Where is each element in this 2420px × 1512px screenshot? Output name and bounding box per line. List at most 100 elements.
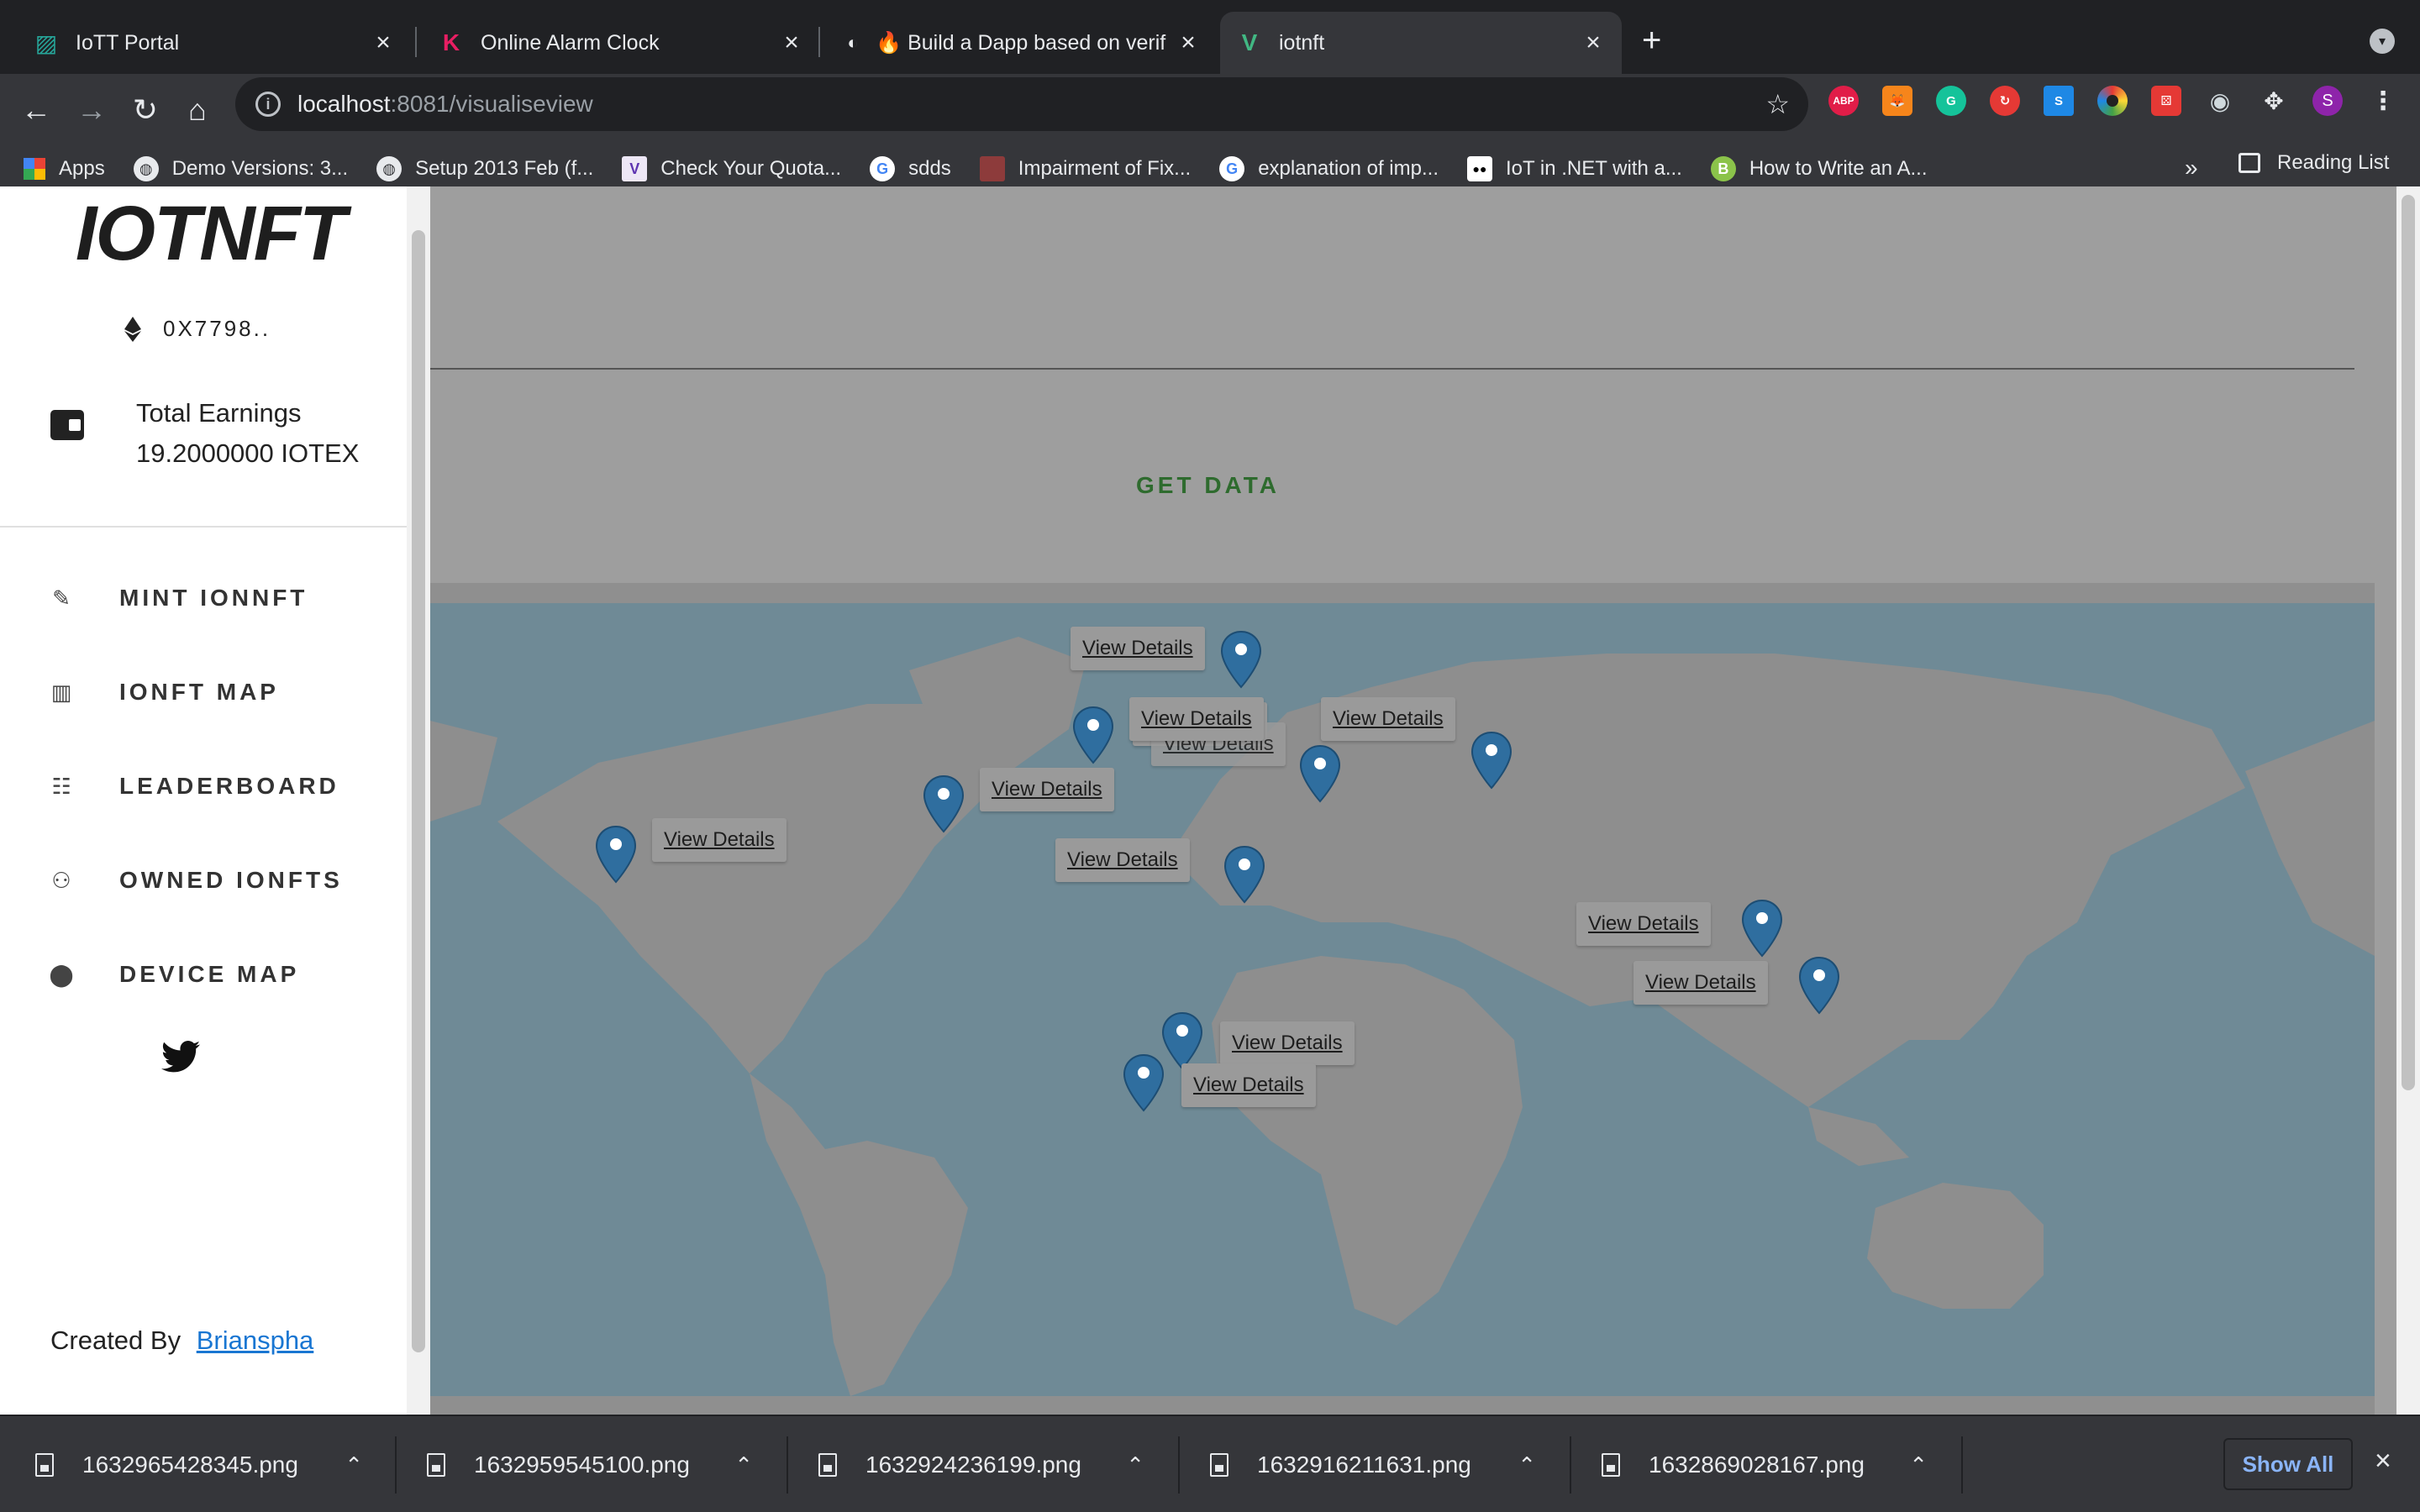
close-icon[interactable]: × bbox=[775, 29, 808, 57]
view-details-link[interactable]: View Details bbox=[1576, 902, 1711, 946]
scrollbar-thumb[interactable] bbox=[412, 230, 425, 1352]
view-details-link[interactable]: View Details bbox=[1129, 697, 1264, 741]
map-marker-icon[interactable] bbox=[1220, 630, 1262, 689]
blog-icon: B bbox=[1710, 156, 1736, 181]
download-separator bbox=[1961, 1436, 1963, 1494]
menu-kebab-icon[interactable]: ⋮ bbox=[2368, 86, 2398, 116]
map-marker-icon[interactable] bbox=[1072, 706, 1114, 764]
view-details-link[interactable]: View Details bbox=[1634, 961, 1768, 1005]
bookmark-label: Demo Versions: 3... bbox=[171, 157, 349, 180]
nav-leaderboard[interactable]: ☷ LEADERBOARD bbox=[50, 773, 339, 800]
download-item[interactable]: 1632965428345.png ⌃ bbox=[0, 1416, 393, 1512]
author-link[interactable]: Brianspha bbox=[197, 1326, 314, 1355]
view-details-link[interactable]: View Details bbox=[1181, 1063, 1316, 1107]
view-details-link[interactable]: View Details bbox=[1220, 1021, 1355, 1065]
puzzle-icon[interactable]: ✥ bbox=[2259, 86, 2289, 116]
bookmark-setup-2013[interactable]: ◍ Setup 2013 Feb (f... bbox=[376, 156, 593, 181]
page-viewport: IOTNFT 0X7798.. Total Earnings 19.200000… bbox=[0, 186, 2420, 1415]
s-extension-icon[interactable]: S bbox=[2044, 86, 2074, 116]
pencil-icon: ✎ bbox=[52, 585, 74, 611]
get-data-button[interactable]: GET DATA bbox=[1136, 472, 1280, 499]
download-item[interactable]: 1632916211631.png ⌃ bbox=[1175, 1416, 1566, 1512]
chevron-up-icon[interactable]: ⌃ bbox=[734, 1452, 753, 1478]
bookmark-explanation[interactable]: G explanation of imp... bbox=[1219, 156, 1439, 181]
map-marker-icon[interactable] bbox=[1223, 845, 1265, 904]
map-marker-icon[interactable] bbox=[1741, 899, 1783, 958]
bookmark-iot-dotnet[interactable]: ●● IoT in .NET with a... bbox=[1466, 156, 1682, 181]
bookmark-demo-versions[interactable]: ◍ Demo Versions: 3... bbox=[133, 156, 349, 181]
bookmark-check-quota[interactable]: V Check Your Quota... bbox=[622, 156, 841, 181]
nav-owned-ionfts[interactable]: ⚇ OWNED IONFTS bbox=[50, 867, 343, 894]
download-filename: 1632869028167.png bbox=[1649, 1452, 1865, 1478]
chevron-up-icon[interactable]: ⌃ bbox=[345, 1452, 363, 1478]
download-filename: 1632924236199.png bbox=[865, 1452, 1081, 1478]
reload-icon[interactable]: ↻ bbox=[124, 89, 166, 131]
show-all-button[interactable]: Show All bbox=[2223, 1438, 2353, 1490]
map-marker-icon[interactable] bbox=[1299, 744, 1341, 803]
back-arrow-icon[interactable]: ← bbox=[15, 89, 57, 131]
view-details-link[interactable]: View Details bbox=[652, 818, 786, 862]
created-by-label: Created By bbox=[50, 1326, 182, 1355]
download-item[interactable]: 1632924236199.png ⌃ bbox=[783, 1416, 1175, 1512]
map-marker-icon[interactable] bbox=[1470, 731, 1512, 790]
forward-arrow-icon[interactable]: → bbox=[71, 89, 113, 131]
home-icon[interactable]: ⌂ bbox=[176, 89, 218, 131]
wallet-address[interactable]: 0X7798.. bbox=[124, 316, 271, 342]
dice-icon[interactable]: ⚄ bbox=[2151, 86, 2181, 116]
world-map[interactable]: View Details View Details View Details V… bbox=[430, 603, 2375, 1396]
bookmark-apps[interactable]: Apps bbox=[24, 157, 105, 181]
file-icon bbox=[35, 1453, 54, 1477]
scrollbar-thumb[interactable] bbox=[2402, 195, 2415, 1090]
grammarly-icon[interactable]: G bbox=[1936, 86, 1966, 116]
close-icon[interactable]: × bbox=[366, 29, 400, 57]
sync-icon[interactable]: ↻ bbox=[1990, 86, 2020, 116]
view-details-link[interactable]: View Details bbox=[1071, 627, 1205, 670]
chevron-up-icon[interactable]: ⌃ bbox=[1518, 1452, 1536, 1478]
bookmark-sdds[interactable]: G sdds bbox=[870, 156, 951, 181]
github-icon[interactable]: ◉ bbox=[2205, 86, 2235, 116]
twitter-icon[interactable] bbox=[161, 1040, 200, 1074]
chevron-up-icon[interactable]: ⌃ bbox=[1126, 1452, 1144, 1478]
bookmarks-overflow-button[interactable]: » bbox=[2185, 155, 2198, 181]
sidebar-scrollbar[interactable] bbox=[407, 186, 430, 1415]
download-item[interactable]: 1632959545100.png ⌃ bbox=[392, 1416, 783, 1512]
tab-build-dapp[interactable]: ◐ 🔥 Build a Dapp based on verif × bbox=[820, 12, 1217, 74]
download-filename: 1632959545100.png bbox=[474, 1452, 690, 1478]
map-marker-icon[interactable] bbox=[1798, 956, 1840, 1015]
metamask-icon[interactable]: 🦊 bbox=[1882, 86, 1912, 116]
nav-mint-ionnft[interactable]: ✎ MINT IONNFT bbox=[50, 585, 308, 612]
map-marker-icon[interactable] bbox=[1123, 1053, 1165, 1112]
bookmark-impairment[interactable]: Impairment of Fix... bbox=[979, 156, 1191, 181]
tab-online-alarm-clock[interactable]: K Online Alarm Clock × bbox=[412, 12, 820, 74]
download-item[interactable]: 1632869028167.png ⌃ bbox=[1566, 1416, 1958, 1512]
view-details-link[interactable]: View Details bbox=[1055, 838, 1190, 882]
tab-search-icon[interactable]: ▾ bbox=[2370, 29, 2395, 54]
map-marker-icon[interactable] bbox=[595, 825, 637, 884]
map-marker-icon[interactable] bbox=[923, 774, 965, 833]
reading-list-label: Reading List bbox=[2277, 151, 2390, 174]
earnings-value: 19.2000000 IOTEX bbox=[136, 438, 360, 468]
bookmark-star-icon[interactable]: ☆ bbox=[1765, 88, 1790, 120]
adblock-icon[interactable]: ABP bbox=[1828, 86, 1859, 116]
nav-ionft-map[interactable]: ▥ IONFT MAP bbox=[50, 679, 279, 706]
tab-iotnft[interactable]: V iotnft × bbox=[1220, 12, 1622, 74]
color-picker-icon[interactable] bbox=[2097, 86, 2128, 116]
reading-list-button[interactable]: Reading List bbox=[2238, 151, 2389, 175]
profile-avatar-icon[interactable]: S bbox=[2312, 86, 2343, 116]
view-details-link[interactable]: View Details bbox=[1321, 697, 1455, 741]
close-icon[interactable]: × bbox=[1171, 29, 1205, 57]
page-scrollbar[interactable] bbox=[2396, 186, 2420, 1415]
nav-device-map[interactable]: ⬤ DEVICE MAP bbox=[49, 961, 299, 988]
file-icon bbox=[427, 1453, 445, 1477]
site-info-icon[interactable]: i bbox=[255, 92, 281, 117]
view-details-link[interactable]: View Details bbox=[980, 768, 1114, 811]
tab-iott-portal[interactable]: ▨ IoTT Portal × bbox=[0, 12, 412, 74]
google-icon: G bbox=[870, 156, 896, 181]
bookmark-how-to-write[interactable]: B How to Write an A... bbox=[1710, 156, 1927, 181]
chevron-up-icon[interactable]: ⌃ bbox=[1909, 1452, 1928, 1478]
new-tab-button[interactable]: + bbox=[1642, 22, 1661, 60]
map-marker-icon[interactable] bbox=[1161, 1011, 1203, 1070]
address-bar[interactable]: i localhost:8081/visualiseview ☆ bbox=[235, 77, 1808, 131]
close-icon[interactable]: × bbox=[1576, 29, 1610, 57]
close-icon[interactable]: × bbox=[2375, 1445, 2391, 1478]
